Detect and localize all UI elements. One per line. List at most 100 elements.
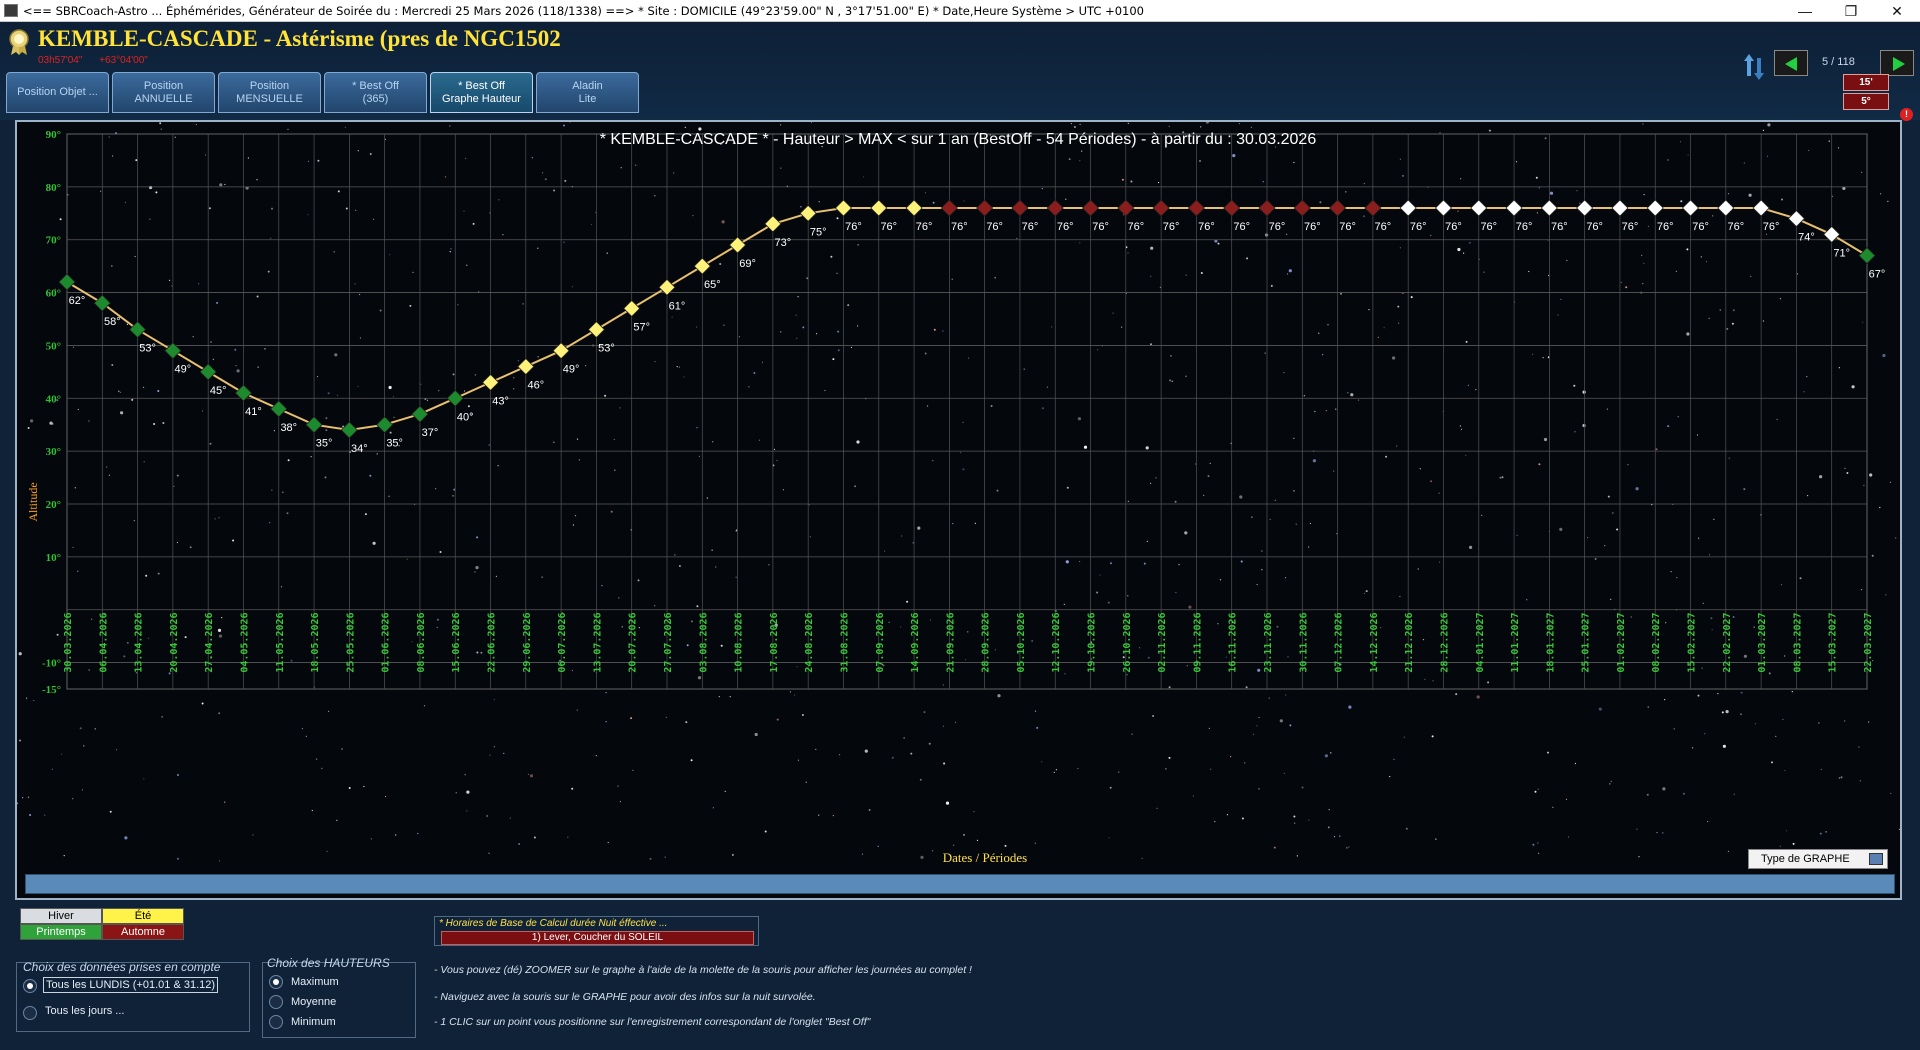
star xyxy=(1392,356,1396,360)
data-point[interactable] xyxy=(1434,199,1453,217)
data-point[interactable] xyxy=(93,294,111,312)
radio-all-days-label[interactable]: Tous les jours ... xyxy=(45,1005,124,1017)
data-point[interactable] xyxy=(411,405,429,423)
height-choice-group: Choix des HAUTEURS Maximum Moyenne Minim… xyxy=(262,956,416,1038)
radio-all-days[interactable] xyxy=(23,1006,37,1020)
data-point[interactable] xyxy=(834,199,853,217)
data-point[interactable] xyxy=(376,416,394,434)
data-point[interactable] xyxy=(129,321,147,339)
star xyxy=(801,714,804,716)
close-button[interactable]: ✕ xyxy=(1874,0,1920,22)
graph-type-button[interactable]: Type de GRAPHE xyxy=(1748,849,1888,869)
data-point[interactable] xyxy=(1152,199,1170,217)
altitude-chart[interactable]: 90° 80° 70° 60° 50° 40° 30° 20° 10° -10° -15° 30.0… xyxy=(15,120,1902,900)
radio-moyenne-label[interactable]: Moyenne xyxy=(291,996,336,1008)
star xyxy=(1402,174,1404,177)
star xyxy=(928,742,931,745)
data-point[interactable] xyxy=(1046,199,1064,217)
data-point[interactable] xyxy=(940,199,958,217)
data-point[interactable] xyxy=(1787,210,1805,228)
tab-position-objet[interactable]: Position Objet ... xyxy=(6,72,109,113)
height-choice-title: Choix des HAUTEURS xyxy=(267,956,390,970)
data-point[interactable] xyxy=(1329,199,1347,217)
data-point[interactable] xyxy=(976,199,994,217)
data-points[interactable] xyxy=(58,199,1876,439)
data-point[interactable] xyxy=(305,416,323,434)
data-point[interactable] xyxy=(587,321,605,339)
next-button[interactable] xyxy=(1880,50,1914,76)
minimize-button[interactable]: — xyxy=(1782,0,1828,22)
restore-button[interactable]: ❐ xyxy=(1828,0,1874,22)
radio-mondays[interactable] xyxy=(23,979,37,993)
data-point[interactable] xyxy=(1540,199,1558,217)
data-point[interactable] xyxy=(1258,199,1276,217)
star xyxy=(954,721,957,723)
data-point[interactable] xyxy=(1011,199,1029,217)
data-point[interactable] xyxy=(1223,199,1241,217)
radio-mondays-label[interactable]: Tous les LUNDIS (+01.01 & 31.12) xyxy=(43,977,219,993)
star xyxy=(1284,577,1287,579)
data-point[interactable] xyxy=(905,199,923,217)
data-point[interactable] xyxy=(1187,199,1205,217)
radio-moyenne[interactable] xyxy=(269,995,283,1009)
data-point[interactable] xyxy=(58,273,76,291)
star xyxy=(316,758,318,760)
data-point[interactable] xyxy=(1717,199,1735,217)
data-point[interactable] xyxy=(199,363,217,381)
data-point[interactable] xyxy=(340,421,358,439)
tab-best-off-graphe-hauteur[interactable]: * Best Off Graphe Hauteur xyxy=(430,72,533,113)
star xyxy=(1733,793,1735,795)
data-point[interactable] xyxy=(764,215,782,233)
data-point[interactable] xyxy=(870,199,888,217)
night-hours-select[interactable]: 1) Lever, Coucher du SOLEIL xyxy=(441,931,754,945)
help-note-navigate: - Naviguez avec la souris sur le GRAPHE … xyxy=(434,991,816,1003)
sort-arrows-icon[interactable] xyxy=(1742,52,1766,82)
tab-aladin-lite[interactable]: Aladin Lite xyxy=(536,72,639,113)
horizontal-scrollbar[interactable] xyxy=(25,874,1895,894)
window-title: <== SBRCoach-Astro ... Éphémérides, Géné… xyxy=(23,4,1144,18)
data-point[interactable] xyxy=(1364,199,1382,217)
x-tick-label: 07.09.2026 xyxy=(875,612,886,672)
data-label: 35° xyxy=(386,438,403,450)
data-point[interactable] xyxy=(1858,247,1876,265)
data-point[interactable] xyxy=(1681,199,1700,217)
data-point[interactable] xyxy=(1081,199,1100,217)
data-point[interactable] xyxy=(1611,199,1629,217)
y-tick-label: 60° xyxy=(46,288,61,300)
star xyxy=(967,631,969,633)
data-point[interactable] xyxy=(1576,199,1594,217)
radio-minimum-label[interactable]: Minimum xyxy=(291,1016,336,1028)
star xyxy=(1803,391,1805,393)
data-point[interactable] xyxy=(1399,199,1417,217)
data-point[interactable] xyxy=(1470,199,1488,217)
data-point[interactable] xyxy=(1505,199,1523,217)
star xyxy=(1604,545,1606,547)
previous-button[interactable] xyxy=(1774,50,1808,76)
radio-maximum-label[interactable]: Maximum xyxy=(291,976,339,988)
data-point[interactable] xyxy=(1293,199,1311,217)
star xyxy=(333,251,335,253)
data-point[interactable] xyxy=(270,400,288,418)
data-point[interactable] xyxy=(481,373,500,391)
star xyxy=(189,546,192,549)
data-point[interactable] xyxy=(623,299,641,317)
data-point[interactable] xyxy=(517,358,535,376)
data-label: 67° xyxy=(1869,269,1886,281)
tab-position-annuelle[interactable]: Position ANNUELLE xyxy=(112,72,215,113)
radio-maximum[interactable] xyxy=(269,975,283,989)
data-point[interactable] xyxy=(693,257,711,275)
star xyxy=(996,489,999,492)
tab-best-off-365[interactable]: * Best Off (365) xyxy=(324,72,427,113)
data-point[interactable] xyxy=(1752,199,1770,217)
data-point[interactable] xyxy=(446,389,464,407)
data-point[interactable] xyxy=(799,204,817,222)
chart-canvas[interactable]: 90° 80° 70° 60° 50° 40° 30° 20° 10° -10° -15° 30.0… xyxy=(17,122,1900,898)
data-point[interactable] xyxy=(1117,199,1135,217)
tab-position-mensuelle[interactable]: Position MENSUELLE xyxy=(218,72,321,113)
radio-minimum[interactable] xyxy=(269,1015,283,1029)
star xyxy=(1457,247,1461,252)
star xyxy=(307,214,309,216)
data-point[interactable] xyxy=(1646,199,1664,217)
star xyxy=(1710,617,1713,620)
star xyxy=(1748,193,1752,197)
